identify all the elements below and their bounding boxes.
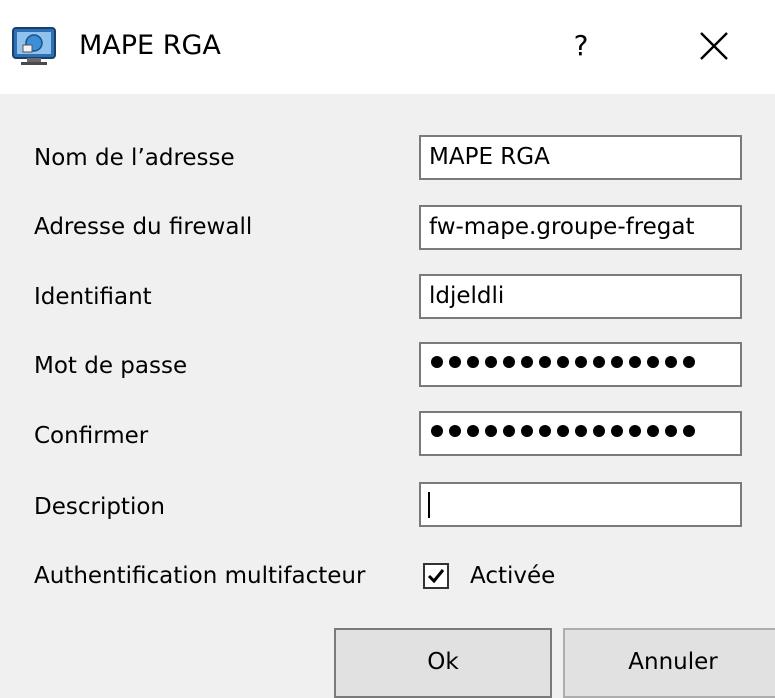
window-title: MAPE RGA [79, 30, 221, 61]
identifier-label: Identifiant [34, 284, 152, 310]
firewall-address-value: fw-mape.groupe-fregat [429, 214, 695, 240]
password-field[interactable] [419, 342, 742, 387]
firewall-address-field[interactable]: fw-mape.groupe-fregat [419, 205, 742, 250]
password-label: Mot de passe [34, 353, 188, 379]
confirm-password-field[interactable] [419, 411, 742, 456]
identifier-value: ldjeldli [429, 283, 505, 309]
description-label: Description [34, 494, 165, 520]
mfa-label: Authentification multifacteur [34, 563, 366, 589]
network-computer-icon [12, 27, 56, 65]
identifier-field[interactable]: ldjeldli [419, 274, 742, 319]
name-label: Nom de l’adresse [34, 145, 235, 171]
password-mask [431, 356, 695, 368]
close-icon[interactable] [688, 20, 740, 72]
help-button[interactable]: ? [556, 22, 606, 70]
mfa-checkbox[interactable] [423, 563, 449, 589]
name-field[interactable]: MAPE RGA [419, 135, 742, 180]
description-field[interactable] [419, 482, 742, 527]
title-bar: MAPE RGA ? [0, 0, 775, 94]
mfa-checkbox-label[interactable]: Activée [470, 561, 555, 591]
checkmark-icon [427, 569, 445, 584]
confirm-label: Confirmer [34, 423, 149, 449]
confirm-password-mask [431, 425, 695, 437]
firewall-label: Adresse du firewall [34, 214, 253, 240]
text-caret [428, 492, 430, 518]
name-field-value: MAPE RGA [429, 144, 550, 170]
